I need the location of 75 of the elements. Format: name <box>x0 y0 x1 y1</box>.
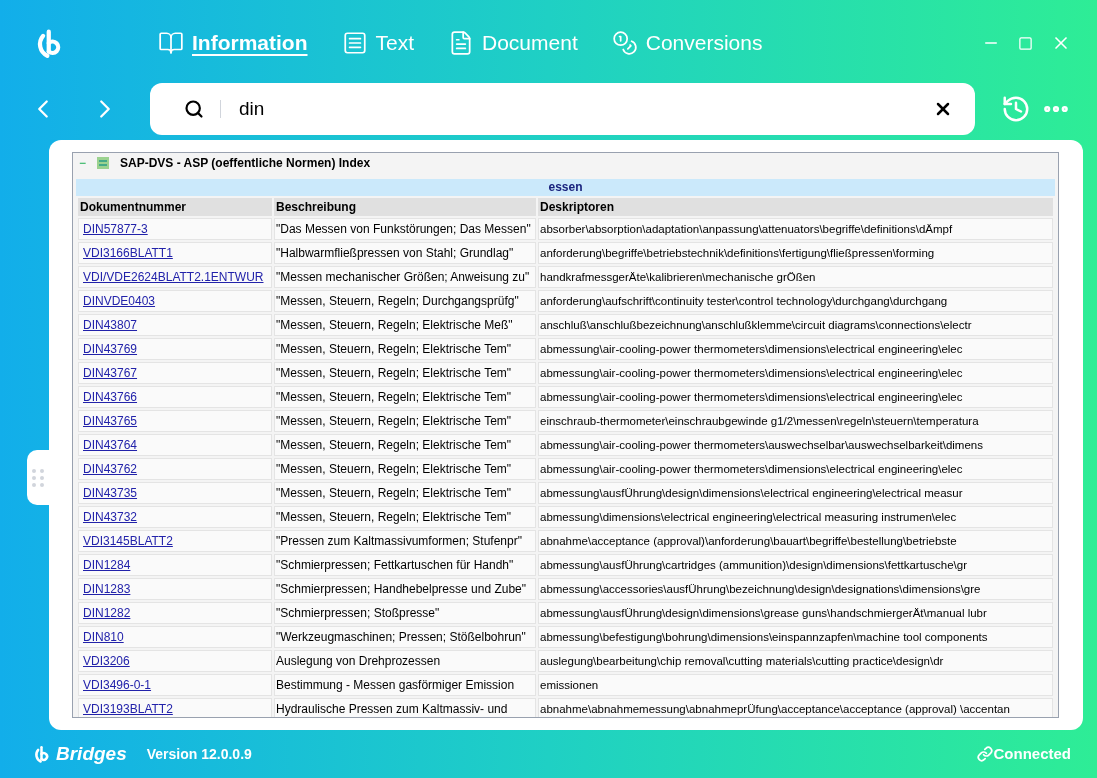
table-cell: auslegung\bearbeitung\chip removal\cutting materials\cutting practice\design\dr <box>538 650 1053 672</box>
group-header: essen <box>76 179 1055 196</box>
table-cell: abmessung\accessories\ausfÜhrung\bezeichnung\design\designations\dimensions\gre <box>538 578 1053 600</box>
table-cell: "Halbwarmfließpressen von Stahl; Grundlag" <box>274 242 536 264</box>
table-cell: "Messen, Steuern, Regeln; Durchgangsprüfg" <box>274 290 536 312</box>
search-icon <box>183 99 204 119</box>
table-cell: einschraub-thermometer\einschraubgewinde g1/2\messen\regeln\steuern\temperatura <box>538 410 1053 432</box>
table-cell: abmessung\dimensions\electrical engineering\electrical measuring instrumen\elec <box>538 506 1053 528</box>
table-cell: abmessung\air-cooling-power thermometers\dimensions\electrical engineering\elec <box>538 458 1053 480</box>
document-link[interactable]: DIN43807 <box>83 318 138 332</box>
document-link[interactable]: DIN43767 <box>83 366 138 380</box>
table-cell: anforderung\begriffe\betriebstechnik\definitions\fertigung\fließpressen\forming <box>538 242 1053 264</box>
connection-status: Connected <box>993 743 1071 764</box>
table-cell: "Messen, Steuern, Regeln; Elektrische Tem" <box>274 434 536 456</box>
column-header: Dokumentnummer <box>78 198 272 216</box>
document-link[interactable]: DIN43769 <box>83 342 138 356</box>
book-icon <box>158 30 184 56</box>
table-cell: "Schmierpressen; Stoßpresse" <box>274 602 536 624</box>
table-cell: abmessung\ausfÜhrung\design\dimensions\electrical engineering\electrical measur <box>538 482 1053 504</box>
document-link[interactable]: DIN43764 <box>83 438 138 452</box>
link-icon <box>977 746 994 762</box>
table-cell: "Messen, Steuern, Regeln; Elektrische Tem" <box>274 410 536 432</box>
table-cell: "Messen, Steuern, Regeln; Elektrische Tem" <box>274 338 536 360</box>
table-cell: "Messen, Steuern, Regeln; Elektrische Tem" <box>274 482 536 504</box>
table-cell: emissionen <box>538 674 1053 696</box>
table-cell: Auslegung von Drehprozessen <box>274 650 536 672</box>
search-field[interactable]: din <box>149 83 976 135</box>
table-cell: anschluß\anschlußbezeichnung\anschlußklemme\circuit diagrams\connections\electr <box>538 314 1053 336</box>
document-icon <box>448 30 474 56</box>
table-cell: "Pressen zum Kaltmassivumformen; Stufenpr" <box>274 530 536 552</box>
version-label: Version 12.0.0.9 <box>146 744 252 764</box>
table-cell: abmessung\air-cooling-power thermometers\dimensions\electrical engineering\elec <box>538 362 1053 384</box>
table-cell: Hydraulische Pressen zum Kaltmassiv- und <box>274 698 536 717</box>
index-title: SAP-DVS - ASP (oeffentliche Normen) Index <box>120 155 371 172</box>
table-cell: "Messen, Steuern, Regeln; Elektrische Tem" <box>274 386 536 408</box>
coins-icon <box>611 30 638 56</box>
table-cell: abmessung\air-cooling-power thermometers\dimensions\electrical engineering\elec <box>538 338 1053 360</box>
document-link[interactable]: DIN43732 <box>83 510 138 524</box>
table-cell: "Werkzeugmaschinen; Pressen; Stößelbohrun" <box>274 626 536 648</box>
column-header: Deskriptoren <box>538 198 1053 216</box>
maximize-icon[interactable] <box>1018 35 1033 51</box>
table-cell: absorber\absorption\adaptation\anpassung\attenuators\begriffe\definitions\dÄmpf <box>538 218 1053 240</box>
table-cell: handkrafmessgerÄte\kalibrieren\mechanische grÖßen <box>538 266 1053 288</box>
database-icon <box>96 156 110 170</box>
document-link[interactable]: DIN1284 <box>83 558 131 572</box>
table-cell: abmessung\befestigung\bohrung\dimensions\einspannzapfen\machine tool components <box>538 626 1053 648</box>
document-link[interactable]: DIN43766 <box>83 390 138 404</box>
document-link[interactable]: DIN1283 <box>83 582 131 596</box>
table-cell: abnahme\acceptance (approval)\anforderung\bauart\begriffe\bestellung\betriebste <box>538 530 1053 552</box>
table-cell: "Messen mechanischer Größen; Anweisung zu" <box>274 266 536 288</box>
table-cell: abmessung\ausfÜhrung\design\dimensions\grease guns\handschmiergerÄt\manual lubr <box>538 602 1053 624</box>
text-icon <box>341 30 368 56</box>
table-cell: "Messen, Steuern, Regeln; Elektrische Meß" <box>274 314 536 336</box>
table-cell: abmessung\air-cooling-power thermometers\dimensions\electrical engineering\elec <box>538 386 1053 408</box>
table-cell: "Schmierpressen; Fettkartuschen für Handh" <box>274 554 536 576</box>
table-cell: abnahme\abnahmemessung\abnahmeprÜfung\acceptance\acceptance (approval) \accentan <box>538 698 1053 717</box>
table-cell: Bestimmung - Messen gasförmiger Emission <box>274 674 536 696</box>
table-cell: anforderung\aufschrift\continuity tester\control technology\durchgang\durchgang <box>538 290 1053 312</box>
side-handle[interactable] <box>27 450 49 505</box>
table-cell: "Messen, Steuern, Regeln; Elektrische Tem" <box>274 362 536 384</box>
document-link[interactable]: DIN43765 <box>83 414 138 428</box>
table-cell: "Das Messen von Funkstörungen; Das Messen" <box>274 218 536 240</box>
table-cell: abmessung\ausfÜhrung\cartridges (ammunition)\design\dimensions\fettkartusche\gr <box>538 554 1053 576</box>
document-link[interactable]: DIN43762 <box>83 462 138 476</box>
brand-name: Bridges <box>56 741 127 766</box>
table-cell: abmessung\air-cooling-power thermometers\auswechselbar\auswechselbarkeit\dimens <box>538 434 1053 456</box>
document-link[interactable]: DIN43735 <box>83 486 138 500</box>
document-link[interactable]: VDI3206 <box>83 654 130 668</box>
table-cell: "Schmierpressen; Handhebelpresse und Zube" <box>274 578 536 600</box>
document-link[interactable]: DIN1282 <box>83 606 131 620</box>
table-cell: "Messen, Steuern, Regeln; Elektrische Tem" <box>274 506 536 528</box>
search-input[interactable]: din <box>238 94 934 124</box>
column-header: Beschreibung <box>274 198 536 216</box>
document-link[interactable]: DIN810 <box>83 630 124 644</box>
table-cell: "Messen, Steuern, Regeln; Elektrische Tem" <box>274 458 536 480</box>
